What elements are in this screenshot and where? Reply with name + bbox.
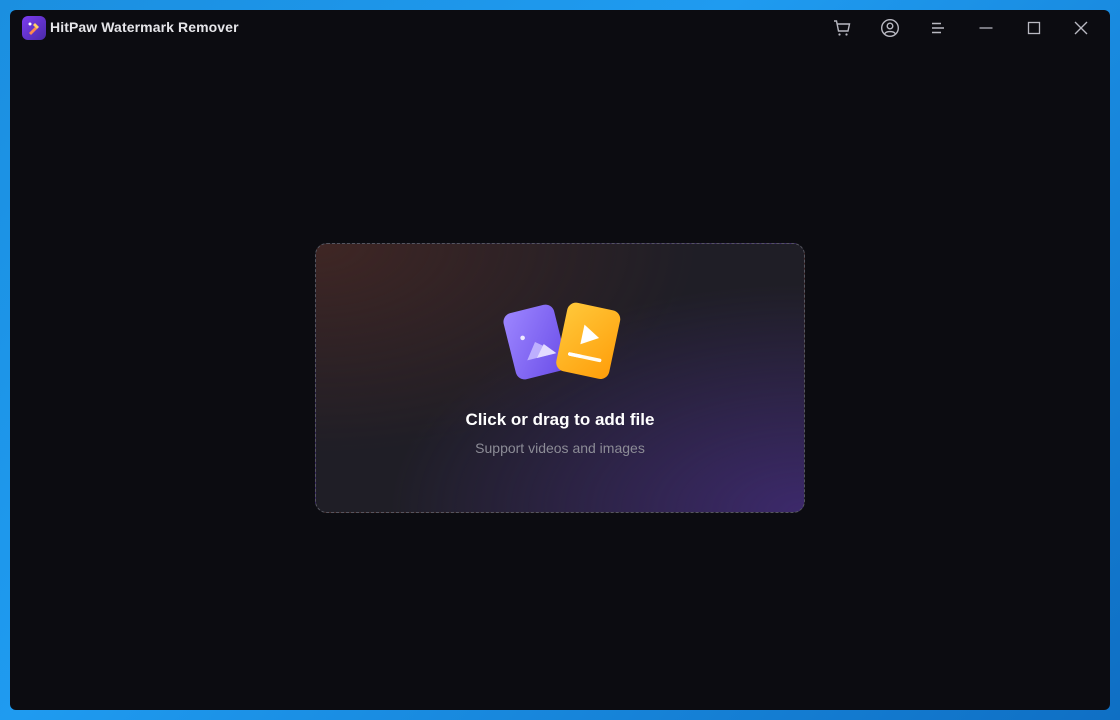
close-button[interactable] (1067, 14, 1095, 42)
minimize-button[interactable] (972, 14, 1000, 42)
add-file-dropzone[interactable]: Click or drag to add file Support videos… (315, 243, 805, 513)
cart-button[interactable] (828, 14, 856, 42)
video-file-icon (556, 302, 621, 379)
menu-icon (932, 22, 944, 34)
account-icon (880, 18, 900, 38)
minimize-icon (979, 27, 993, 29)
maximize-button[interactable] (1020, 14, 1048, 42)
app-logo-icon (22, 16, 46, 40)
cart-icon (834, 20, 851, 36)
app-title: HitPaw Watermark Remover (50, 19, 239, 35)
account-button[interactable] (876, 14, 904, 42)
title-bar[interactable]: HitPaw Watermark Remover (10, 10, 1110, 46)
media-files-illustration (499, 300, 623, 382)
menu-button[interactable] (924, 14, 952, 42)
dropzone-subtitle: Support videos and images (475, 440, 645, 456)
close-icon (1074, 21, 1088, 35)
dropzone-title: Click or drag to add file (465, 410, 655, 429)
maximize-icon (1027, 21, 1041, 35)
app-window: HitPaw Watermark Remover Click or drag t… (10, 10, 1110, 710)
image-file-icon (503, 304, 567, 380)
